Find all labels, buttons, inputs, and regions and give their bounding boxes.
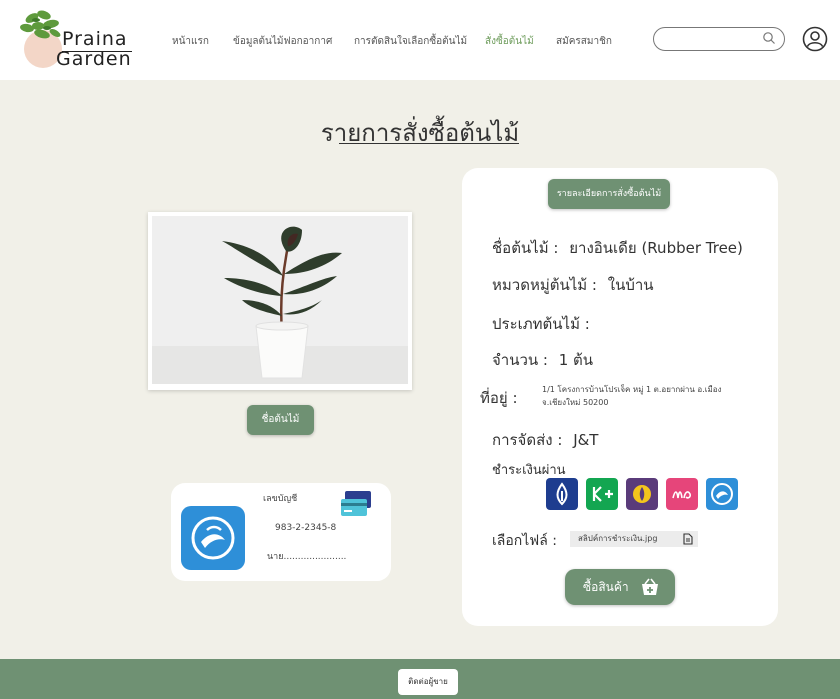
quantity-row: จำนวน : 1 ต้น: [492, 348, 593, 372]
credit-card-icon: [341, 491, 371, 516]
kplus-icon[interactable]: [586, 478, 618, 510]
mymo-icon[interactable]: [666, 478, 698, 510]
bank-bird-icon: [191, 516, 235, 560]
rubber-tree-image: [152, 216, 408, 384]
order-detail-panel: รายละเอียดการสั่งซื้อต้นไม้ ชื่อต้นไม้ :…: [462, 168, 778, 626]
title-underline: [339, 143, 519, 144]
file-label: เลือกไฟล์ :: [492, 533, 557, 549]
payment-label: ชำระเงินผ่าน: [492, 463, 566, 478]
search-input[interactable]: [653, 27, 785, 51]
category-value: ในบ้าน: [607, 276, 654, 294]
account-name: นาย......................: [267, 552, 347, 562]
ktb-icon[interactable]: [706, 478, 738, 510]
logo[interactable]: Praina Garden: [18, 8, 148, 70]
type-label: ประเภทต้นไม้ :: [492, 315, 590, 333]
account-number-label: เลขบัญชี: [263, 494, 298, 504]
nav-air-plants-info[interactable]: ข้อมูลต้นไม้ฟอกอากาศ: [233, 34, 332, 49]
buy-button-label: ซื้อสินค้า: [583, 580, 629, 594]
address-label: ที่อยู่ :: [480, 389, 518, 407]
quantity-label: จำนวน :: [492, 351, 548, 369]
quantity-value: 1 ต้น: [558, 351, 594, 369]
category-label: หมวดหมู่ต้นไม้ :: [492, 276, 597, 294]
buy-button[interactable]: ซื้อสินค้า: [565, 569, 675, 605]
basket-add-icon: [642, 578, 658, 595]
category-row: หมวดหมู่ต้นไม้ : ในบ้าน: [492, 273, 654, 297]
file-input[interactable]: สลิปค์การชำระเงิน.jpg: [570, 531, 698, 547]
logo-text-garden: Garden: [56, 48, 132, 70]
plant-logo-icon: [20, 10, 61, 39]
shipping-label: การจัดส่ง :: [492, 431, 563, 449]
header: Praina Garden หน้าแรก ข้อมูลต้นไม้ฟอกอาก…: [0, 0, 840, 80]
account-number: 983-2-2345-8: [275, 523, 337, 533]
plant-name-value: ยางอินเดีย (Rubber Tree): [569, 239, 743, 257]
plant-name-row: ชื่อต้นไม้ : ยางอินเดีย (Rubber Tree): [492, 236, 743, 260]
footer: ติดต่อผู้ขาย: [0, 659, 840, 699]
plant-name-button[interactable]: ชื่อต้นไม้: [247, 405, 314, 435]
contact-seller-button[interactable]: ติดต่อผู้ขาย: [398, 669, 458, 695]
plant-name-label: ชื่อต้นไม้ :: [492, 239, 559, 257]
payment-methods: [546, 478, 746, 510]
plant-photo: [148, 212, 412, 390]
shipping-row: การจัดส่ง : J&T: [492, 428, 598, 452]
user-icon[interactable]: [802, 26, 828, 52]
nav-register[interactable]: สมัครสมาชิก: [556, 34, 612, 49]
logo-text-praina: Praina: [62, 28, 128, 50]
plant-photo-inner: [152, 216, 408, 384]
type-row: ประเภทต้นไม้ :: [492, 312, 596, 336]
nav-buying-decision[interactable]: การตัดสินใจเลือกซื้อต้นไม้: [354, 34, 467, 49]
page-title: รายการสั่งซื้อต้นไม้: [320, 119, 520, 147]
nav-home[interactable]: หน้าแรก: [172, 34, 209, 49]
bank-icon-blue[interactable]: [546, 478, 578, 510]
nav-order-plants[interactable]: สั่งซื้อต้นไม้: [485, 34, 534, 49]
bank-account-card: เลขบัญชี 983-2-2345-8 นาย...............…: [171, 483, 391, 581]
address-value: 1/1 โครงการบ้านโปรเจ็ค หมู่ 1 ต.อยากผ่าน…: [542, 385, 722, 407]
search-icon[interactable]: [762, 31, 776, 45]
shipping-value: J&T: [573, 431, 599, 449]
order-detail-button[interactable]: รายละเอียดการสั่งซื้อต้นไม้: [548, 179, 670, 209]
scb-icon[interactable]: [626, 478, 658, 510]
krungthai-bank-icon: [181, 506, 245, 570]
attach-file-icon[interactable]: [682, 533, 694, 545]
